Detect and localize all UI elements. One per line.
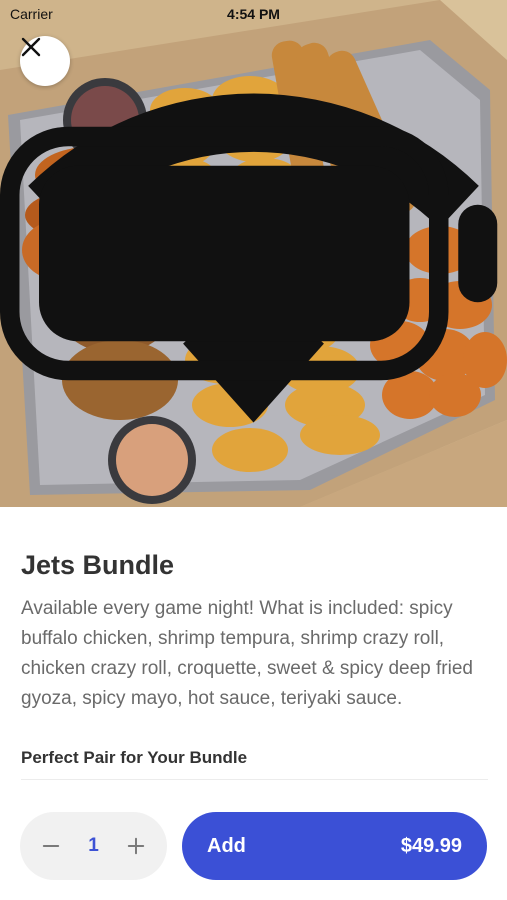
item-description: Available every game night! What is incl…: [21, 598, 473, 709]
add-price: $49.99: [400, 834, 462, 857]
order-footer: 1 Add $49.99: [0, 790, 507, 900]
status-bar: Carrier 4:54 PM: [0, 0, 507, 423]
add-to-cart-button[interactable]: Add $49.99: [182, 812, 487, 880]
close-icon: [21, 37, 41, 57]
quantity-stepper: 1: [20, 812, 167, 880]
decrement-button[interactable]: [40, 835, 62, 857]
add-label: Add: [207, 834, 246, 857]
divider: [21, 779, 488, 780]
hero-image: Carrier 4:54 PM: [0, 0, 507, 507]
close-button[interactable]: [20, 36, 70, 86]
battery-icon: [0, 126, 498, 381]
minus-icon: [42, 845, 60, 847]
item-title: Jets Bundle: [21, 550, 175, 580]
increment-button[interactable]: [125, 835, 147, 857]
pairing-heading: Perfect Pair for Your Bundle: [21, 748, 248, 767]
plus-icon: [127, 837, 145, 855]
quantity-value: 1: [88, 835, 99, 856]
